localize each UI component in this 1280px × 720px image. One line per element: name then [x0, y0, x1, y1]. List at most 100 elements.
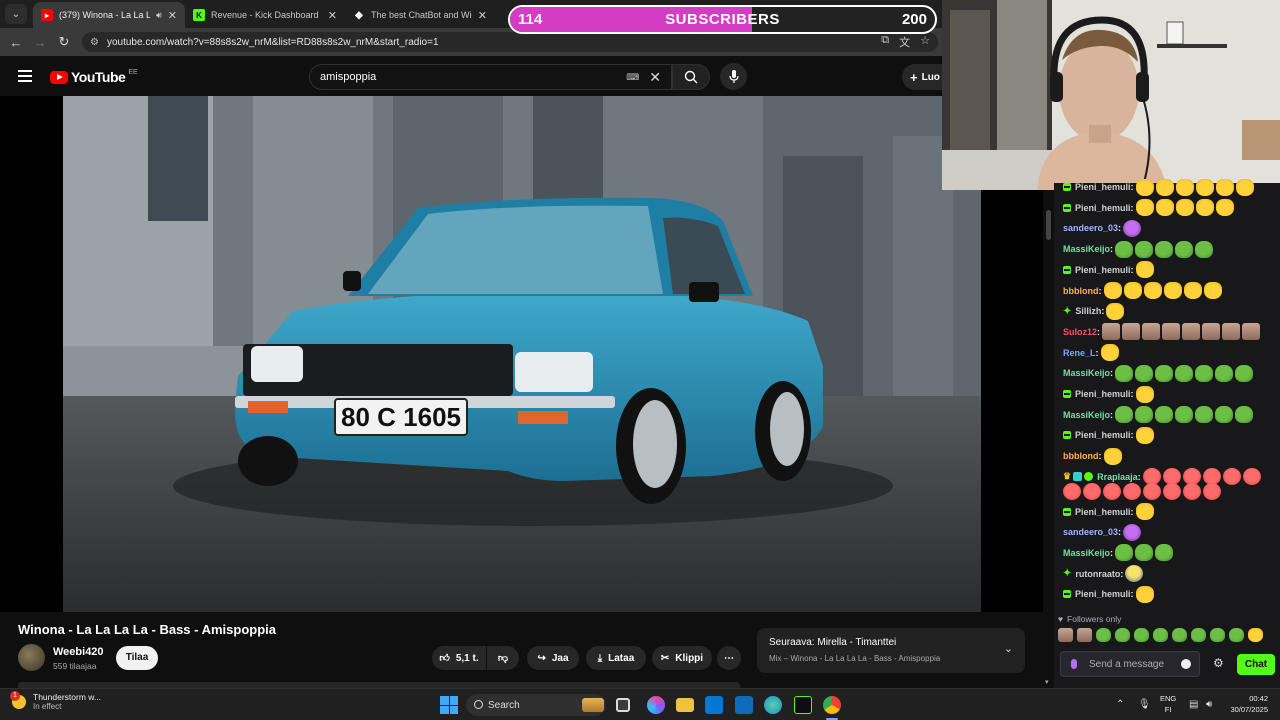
chat-username[interactable]: Pieni_hemuli [1075, 182, 1131, 192]
chrome-icon[interactable] [823, 696, 841, 714]
chat-username[interactable]: rutonraato [1075, 569, 1120, 579]
tab-kick-dashboard[interactable]: K Revenue - Kick Dashboard ✕ [185, 2, 345, 28]
chat-username[interactable]: Suloz12 [1063, 327, 1097, 337]
address-bar[interactable]: ⚙︎ youtube.com/watch?v=88s8s2w_nrM&list=… [82, 32, 938, 52]
chat-username[interactable]: Pieni_hemuli [1075, 265, 1131, 275]
chat-send-button[interactable]: Chat [1237, 654, 1275, 675]
tab-close-icon[interactable]: ✕ [322, 9, 337, 22]
show-hidden-icons-chevron-icon[interactable]: ⌃ [1116, 699, 1124, 710]
tab-chatbot[interactable]: ◆ The best ChatBot and Widgets ✕ [345, 2, 495, 28]
copilot-icon[interactable] [647, 696, 665, 714]
voice-search-button[interactable] [720, 63, 747, 90]
channel-avatar[interactable] [18, 644, 45, 671]
share-button[interactable]: ↪ Jaa [527, 646, 579, 670]
emote-button[interactable] [1058, 628, 1073, 642]
system-clock[interactable]: 00:42 30/07/2025 [1226, 693, 1268, 715]
chat-message-input[interactable]: Send a message [1060, 651, 1200, 677]
emote-button[interactable] [1210, 628, 1225, 642]
chat-mic-icon[interactable] [1071, 659, 1077, 669]
chat-username[interactable]: Rraplaaja [1097, 472, 1138, 482]
chat-username[interactable]: sandeero_03 [1063, 223, 1118, 233]
chat-username[interactable]: MassiKeijo [1063, 548, 1110, 558]
kick-app-icon[interactable] [794, 696, 812, 714]
like-button[interactable]: 👍︎ 5,1 t. [432, 646, 486, 670]
download-button[interactable]: ⤓ Lataa [586, 646, 646, 670]
more-actions-button[interactable]: ⋯ [717, 646, 741, 670]
page-scrollbar[interactable]: ▾ [1043, 190, 1054, 688]
chat-emotes [1135, 178, 1254, 196]
language-code: ENG [1160, 694, 1177, 703]
clip-button[interactable]: ✂ Klippi [652, 646, 712, 670]
dislike-button[interactable]: 👎︎ [487, 646, 519, 670]
youtube-logo[interactable]: YouTube EE [50, 69, 138, 85]
task-view-icon[interactable] [616, 698, 630, 712]
weather-widget[interactable]: 1 Thunderstorm w... In effect [10, 690, 101, 711]
chevron-down-icon[interactable]: ⌄ [1004, 642, 1013, 655]
emote-button[interactable] [1134, 628, 1149, 642]
chat-emotes [1125, 565, 1144, 583]
tab-youtube[interactable]: ▸ (379) Winona - La La La La 🔊︎ ✕ [33, 2, 185, 28]
bookmark-star-icon[interactable]: ☆ [920, 34, 930, 50]
channel-name[interactable]: Weebi420 [53, 646, 104, 658]
chat-username[interactable]: Pieni_hemuli [1075, 203, 1131, 213]
chat-message: Pieni_hemuli: [1063, 198, 1234, 218]
reload-icon[interactable]: ↻ [52, 34, 76, 50]
edge-icon[interactable] [764, 696, 782, 714]
microsoft-store-icon[interactable] [705, 696, 723, 714]
file-explorer-icon[interactable] [676, 698, 694, 712]
chat-username[interactable]: Pieni_hemuli [1075, 507, 1131, 517]
emote-button[interactable] [1077, 628, 1092, 642]
clear-search-icon[interactable]: ✕ [649, 69, 661, 86]
emote-pepe-icon [1155, 544, 1174, 562]
emoji-picker-icon[interactable] [1181, 659, 1191, 669]
back-arrow-icon[interactable]: ← [4, 35, 28, 50]
tab-close-icon[interactable]: ✕ [162, 9, 177, 22]
chat-username[interactable]: Pieni_hemuli [1075, 389, 1131, 399]
emote-button[interactable] [1191, 628, 1206, 642]
emote-button[interactable] [1172, 628, 1187, 642]
site-info-icon[interactable]: ⚙︎ [90, 37, 99, 48]
video-player[interactable]: 80 C 1605 [0, 96, 1043, 612]
chat-emotes [1115, 544, 1174, 562]
chat-username[interactable]: Pieni_hemuli [1075, 430, 1131, 440]
chat-username[interactable]: MassiKeijo [1063, 368, 1110, 378]
chat-settings-gear-icon[interactable]: ⚙ [1213, 656, 1224, 670]
menu-icon[interactable] [18, 70, 32, 85]
chat-username[interactable]: Sillizh [1075, 306, 1101, 316]
outlook-icon[interactable] [735, 696, 753, 714]
emote-purple-icon [1123, 523, 1142, 541]
taskbar-search[interactable]: Search [466, 694, 606, 716]
chat-username[interactable]: Pieni_hemuli [1075, 589, 1131, 599]
windows-start-icon[interactable] [440, 696, 458, 714]
search-input[interactable]: amispoppia ⌨ ✕ [309, 64, 672, 90]
search-button[interactable] [672, 64, 710, 90]
install-app-icon[interactable]: ⧉ [881, 34, 889, 50]
input-language-indicator[interactable]: ENG FI [1160, 693, 1176, 715]
subscribe-button[interactable]: Tilaa [116, 646, 158, 670]
microphone-tray-icon[interactable]: 🎙︎ [1138, 699, 1151, 710]
emote-button[interactable] [1096, 628, 1111, 642]
keyboard-icon[interactable]: ⌨ [626, 72, 639, 83]
emote-button[interactable] [1115, 628, 1130, 642]
emote-button[interactable] [1229, 628, 1244, 642]
emote-face-icon [1102, 323, 1121, 341]
chat-username[interactable]: MassiKeijo [1063, 410, 1110, 420]
chat-message: MassiKeijo: [1063, 405, 1254, 425]
chat-username[interactable]: Rene_L [1063, 348, 1096, 358]
emote-button[interactable] [1153, 628, 1168, 642]
emote-button[interactable] [1248, 628, 1263, 642]
chat-username[interactable]: bbblond [1063, 451, 1099, 461]
forward-arrow-icon[interactable]: → [28, 35, 52, 50]
chat-username[interactable]: MassiKeijo [1063, 244, 1110, 254]
up-next-card[interactable]: Seuraava: Mirella - Timanttei Mix – Wino… [757, 628, 1025, 673]
tab-search-button[interactable]: ⌄ [5, 4, 27, 24]
video-frame[interactable]: 80 C 1605 [63, 96, 981, 612]
network-icon[interactable]: ▤ [1189, 699, 1198, 710]
translate-icon[interactable]: 文 [899, 34, 910, 50]
weather-storm-icon: 1 [10, 690, 26, 709]
tab-close-icon[interactable]: ✕ [472, 9, 487, 22]
chat-message: MassiKeijo: [1063, 543, 1174, 563]
volume-icon[interactable]: 🔊︎ [1206, 699, 1212, 710]
chat-username[interactable]: bbblond [1063, 286, 1099, 296]
chat-username[interactable]: sandeero_03 [1063, 527, 1118, 537]
